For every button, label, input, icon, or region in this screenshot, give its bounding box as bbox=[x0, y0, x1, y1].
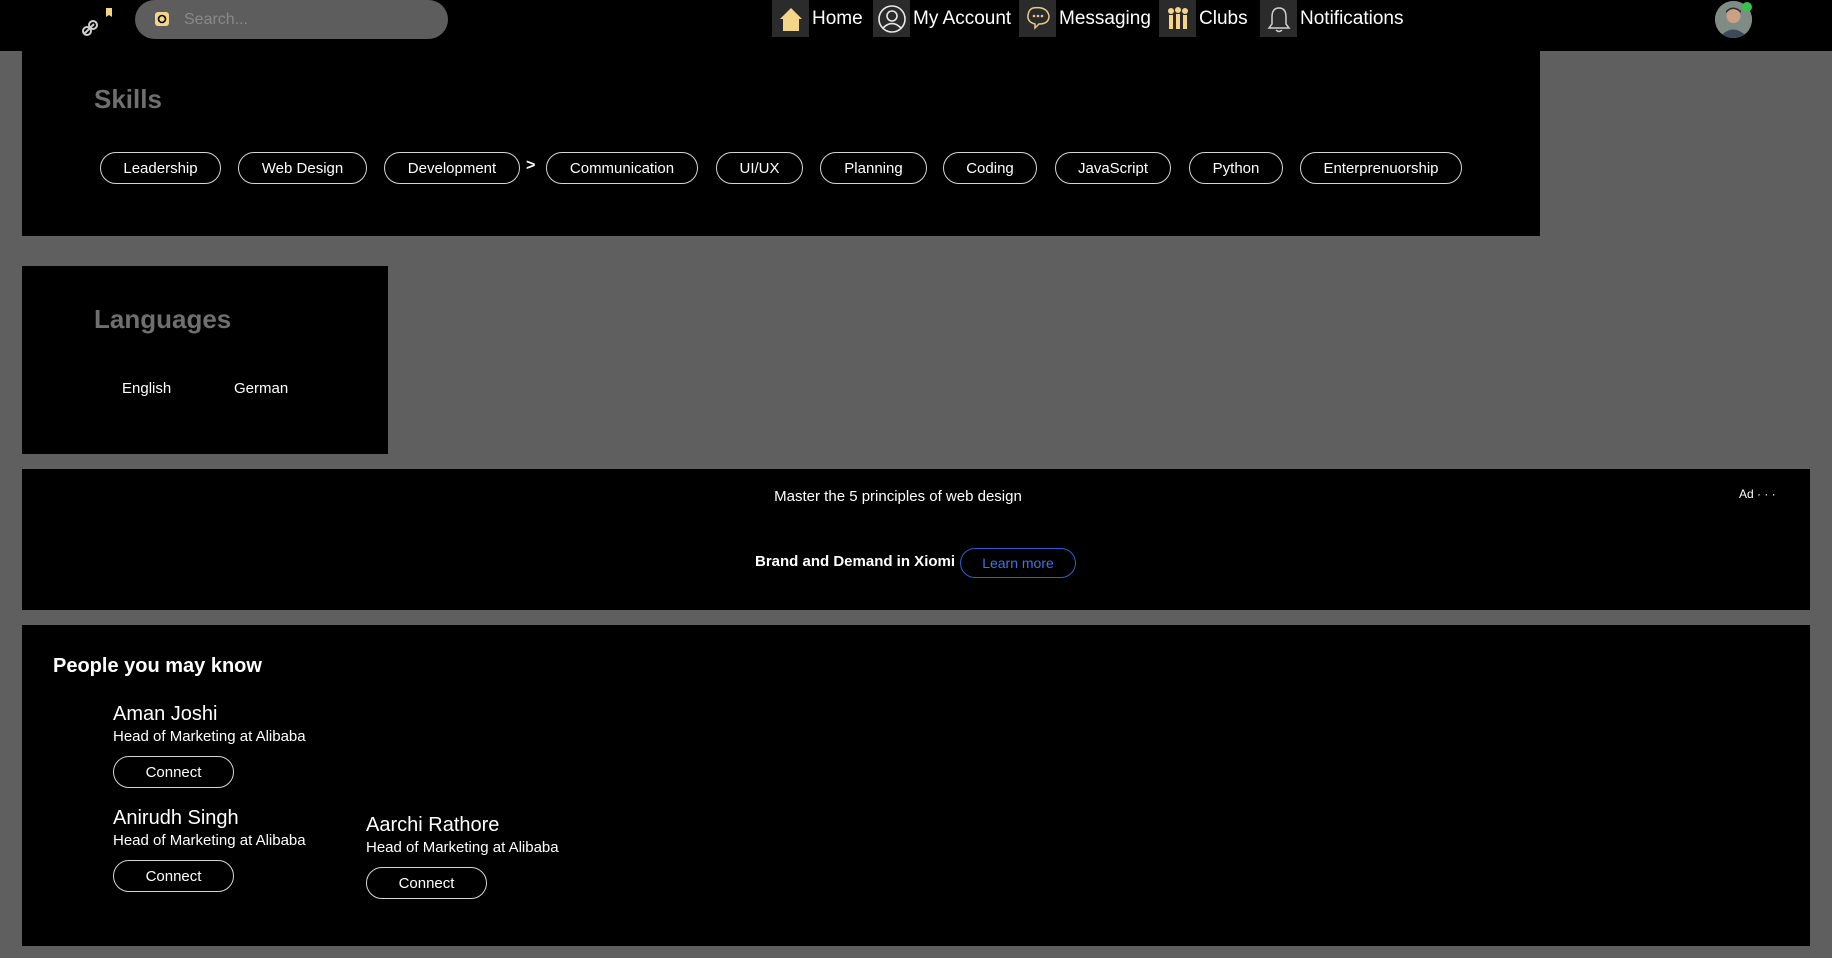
connect-button-aman-joshi[interactable]: Connect bbox=[113, 756, 234, 788]
nav-my-account-label: My Account bbox=[913, 7, 1012, 29]
connect-button-anirudh-singh[interactable]: Connect bbox=[113, 860, 234, 892]
search-bar bbox=[135, 0, 448, 39]
skill-chip-leadership[interactable]: Leadership bbox=[100, 152, 221, 184]
connect-button-aarchi-rathore[interactable]: Connect bbox=[366, 867, 487, 899]
user-icon bbox=[873, 0, 910, 37]
skill-chip-entrepreneurship[interactable]: Enterprenuorship bbox=[1300, 152, 1462, 184]
nav-my-account[interactable]: My Account bbox=[873, 0, 1011, 37]
bell-icon bbox=[1260, 0, 1297, 37]
skill-chip-javascript[interactable]: JavaScript bbox=[1055, 152, 1171, 184]
skill-chip-planning[interactable]: Planning bbox=[820, 152, 927, 184]
ad-headline: Master the 5 principles of web design bbox=[774, 488, 1022, 505]
skills-separator: > bbox=[526, 157, 536, 174]
skill-chip-ui-ux[interactable]: UI/UX bbox=[716, 152, 803, 184]
search-icon bbox=[155, 12, 169, 26]
skill-chip-communication[interactable]: Communication bbox=[546, 152, 698, 184]
skill-chip-coding[interactable]: Coding bbox=[943, 152, 1037, 184]
chat-icon bbox=[1019, 0, 1056, 37]
ad-brand: Brand and Demand in Xiomi bbox=[755, 553, 956, 570]
skills-title: Skills bbox=[94, 84, 162, 114]
search-input[interactable] bbox=[182, 8, 436, 32]
skill-chip-python[interactable]: Python bbox=[1189, 152, 1283, 184]
nav-clubs-label: Clubs bbox=[1199, 7, 1248, 29]
skill-chip-web-design[interactable]: Web Design bbox=[238, 152, 367, 184]
nav-notifications[interactable]: Notifications bbox=[1260, 0, 1404, 37]
person-name-aman-joshi[interactable]: Aman Joshi bbox=[113, 703, 218, 726]
nav-home-label: Home bbox=[812, 7, 863, 29]
person-role-aarchi-rathore: Head of Marketing at Alibaba bbox=[366, 839, 559, 856]
ad-label[interactable]: Ad · · · bbox=[1739, 487, 1776, 501]
top-navbar: Home My Account Messaging Clubs Notifica… bbox=[0, 0, 1832, 51]
people-title: People you may know bbox=[53, 655, 262, 677]
language-german: German bbox=[234, 380, 289, 397]
link-logo-icon[interactable] bbox=[80, 8, 112, 38]
person-name-aarchi-rathore[interactable]: Aarchi Rathore bbox=[366, 814, 499, 837]
nav-notifications-label: Notifications bbox=[1300, 7, 1404, 29]
person-name-anirudh-singh[interactable]: Anirudh Singh bbox=[113, 807, 239, 830]
language-english: English bbox=[122, 380, 172, 397]
online-status-dot bbox=[1742, 2, 1752, 12]
languages-title: Languages bbox=[94, 304, 232, 334]
nav-clubs[interactable]: Clubs bbox=[1159, 0, 1248, 37]
nav-messaging-label: Messaging bbox=[1059, 7, 1151, 29]
person-role-aman-joshi: Head of Marketing at Alibaba bbox=[113, 728, 306, 745]
home-icon bbox=[772, 0, 809, 37]
group-icon bbox=[1159, 0, 1196, 37]
learn-more-button[interactable]: Learn more bbox=[960, 548, 1076, 578]
languages-card bbox=[22, 266, 388, 454]
skills-card bbox=[22, 51, 1540, 236]
nav-home[interactable]: Home bbox=[772, 0, 863, 37]
skill-chip-development[interactable]: Development bbox=[384, 152, 520, 184]
person-role-anirudh-singh: Head of Marketing at Alibaba bbox=[113, 832, 306, 849]
people-card bbox=[22, 625, 1810, 946]
nav-messaging[interactable]: Messaging bbox=[1019, 0, 1151, 37]
